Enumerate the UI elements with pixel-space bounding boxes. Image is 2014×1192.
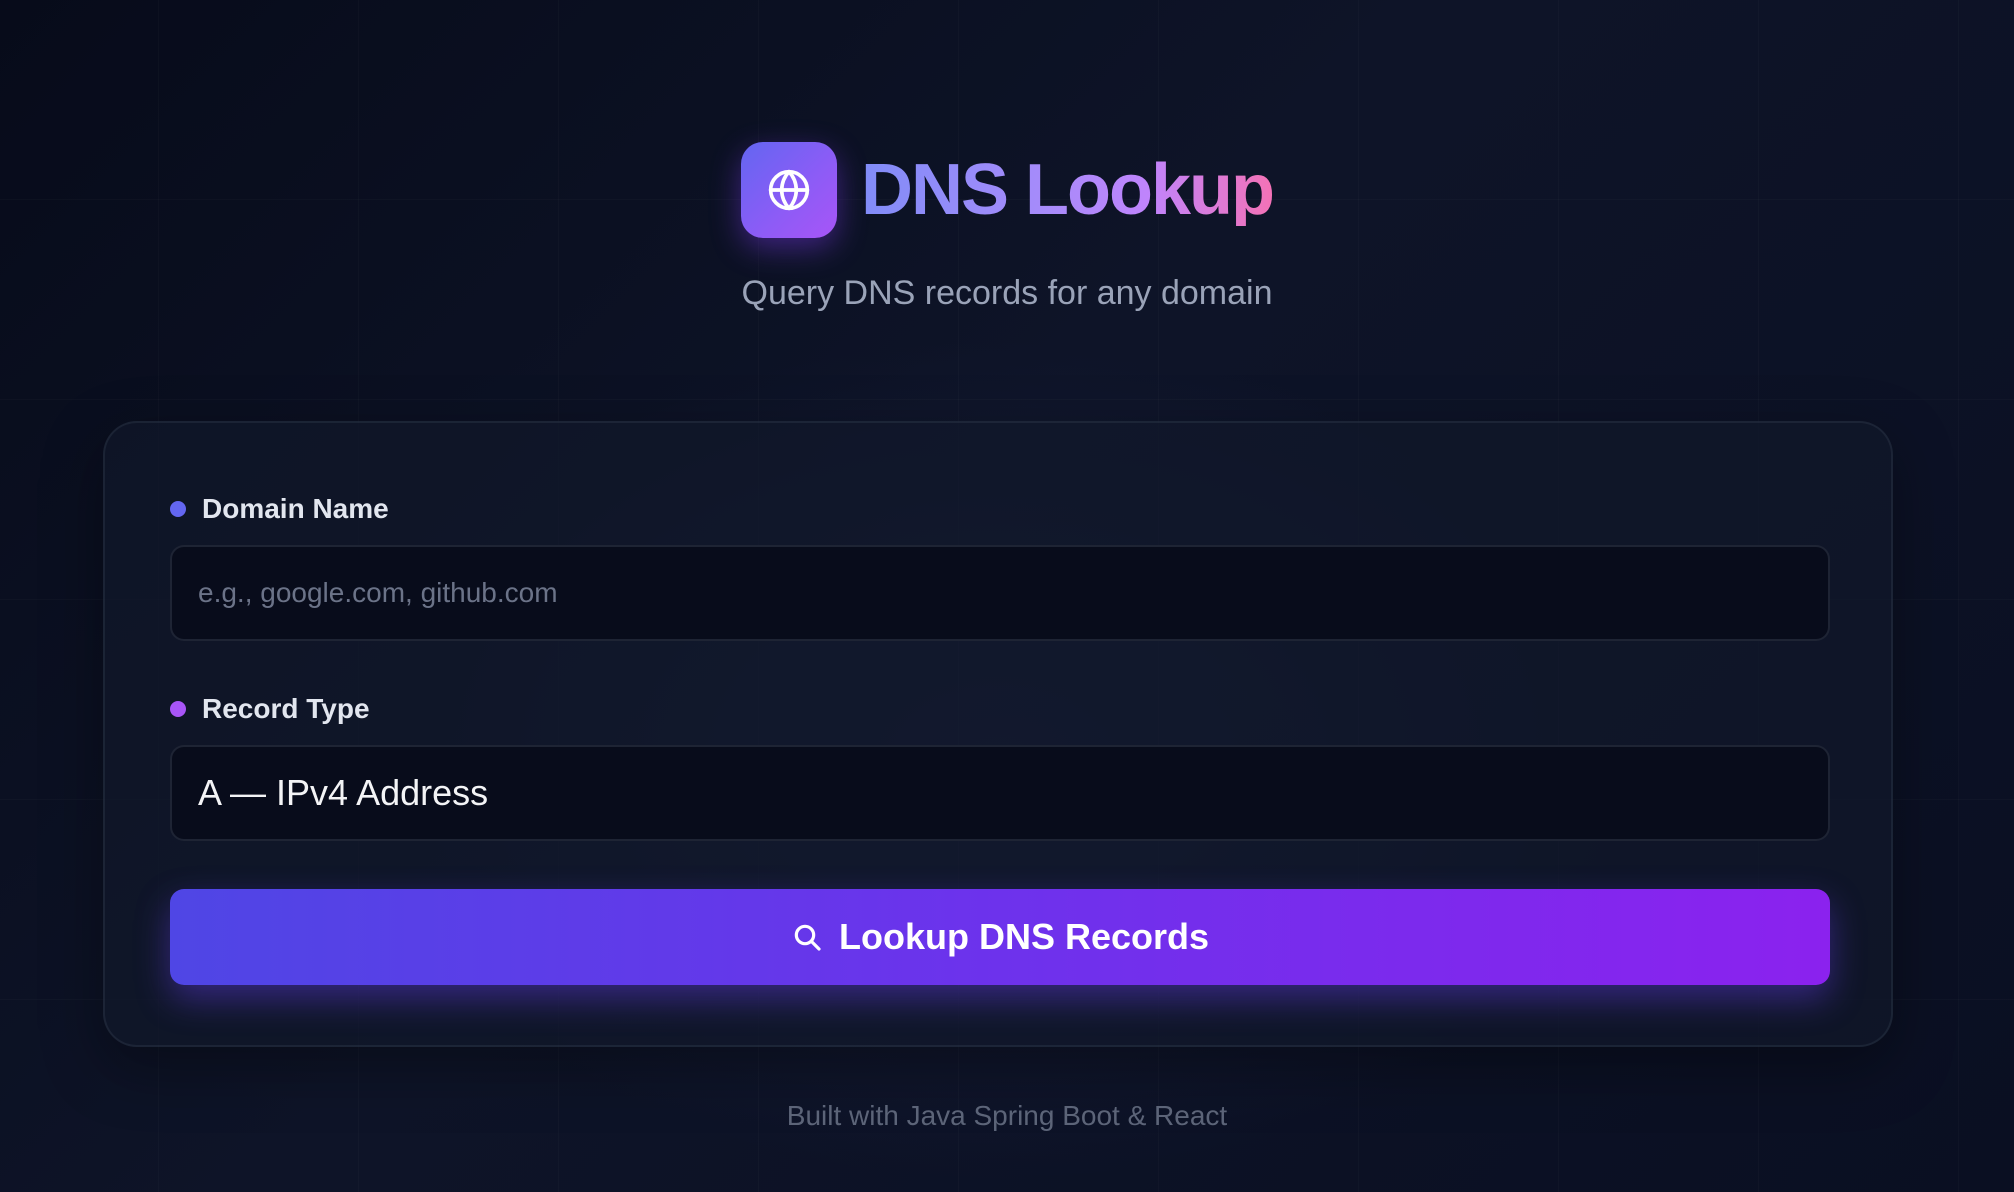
app-header: DNS Lookup — [0, 140, 2014, 240]
record-type-selected-value: A — IPv4 Address — [198, 772, 489, 813]
lookup-dns-button-label: Lookup DNS Records — [838, 916, 1210, 957]
domain-name-label-text: Domain Name — [202, 493, 389, 524]
domain-input-wrapper — [170, 545, 1830, 641]
record-type-label: Record Type — [170, 693, 370, 725]
domain-name-label: Domain Name — [170, 493, 389, 525]
footer-credit: Built with Java Spring Boot & React — [786, 1100, 1228, 1131]
page-title: DNS Lookup — [861, 150, 1275, 230]
record-type-label-text: Record Type — [202, 693, 370, 724]
search-icon — [794, 924, 821, 951]
domain-input[interactable] — [198, 547, 1828, 639]
page-subtitle: Query DNS records for any domain — [741, 274, 1273, 312]
globe-icon — [768, 169, 810, 211]
lookup-form-card: Domain Name Record Type A — IPv4 Address… — [103, 421, 1893, 1047]
domain-label-dot — [170, 501, 186, 517]
record-type-select[interactable]: A — IPv4 Address — [170, 745, 1830, 841]
lookup-dns-button[interactable]: Lookup DNS Records — [170, 889, 1830, 985]
record-type-label-dot — [170, 701, 186, 717]
app-logo — [741, 142, 838, 238]
